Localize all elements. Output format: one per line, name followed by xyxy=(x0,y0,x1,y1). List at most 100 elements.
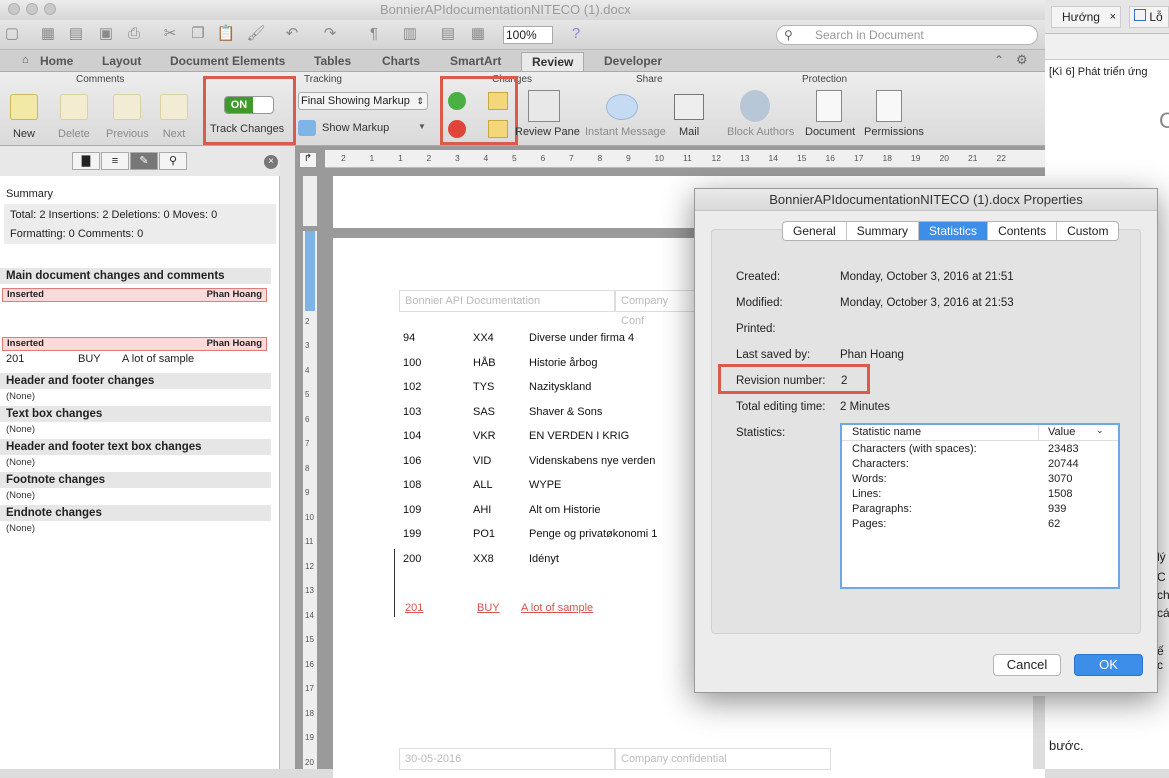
review-pane-button[interactable]: Review Pane xyxy=(515,126,580,138)
cut-icon[interactable]: ✂ xyxy=(160,24,180,44)
permissions-button[interactable]: Permissions xyxy=(864,126,924,138)
close-tab-icon[interactable]: × xyxy=(1110,7,1116,27)
minimize-window-button[interactable] xyxy=(26,3,38,15)
statistic-value: 1508 xyxy=(1048,488,1073,500)
browser-text-4: cá xyxy=(1157,606,1169,620)
tab-general[interactable]: General xyxy=(783,222,847,240)
modified-label: Modified: xyxy=(736,297,783,309)
next-change-icon[interactable] xyxy=(488,120,508,138)
inserted-change-2[interactable]: Inserted Phan Hoang xyxy=(2,337,267,351)
delete-comment-button[interactable]: Delete xyxy=(58,94,90,140)
instant-message-button[interactable]: Instant Message xyxy=(585,126,666,138)
doc-row-c2: SAS xyxy=(473,405,496,418)
cancel-button[interactable]: Cancel xyxy=(993,654,1061,676)
paste-icon[interactable]: 📋 xyxy=(216,24,236,44)
statistics-table[interactable]: Statistic name Value ⌄ Characters (with … xyxy=(840,423,1120,589)
tab-home[interactable]: Home xyxy=(30,52,83,71)
tab-contents[interactable]: Contents xyxy=(988,222,1058,240)
redo-icon[interactable]: ↷ xyxy=(320,24,340,44)
page-footer-right: Company confidential xyxy=(615,748,831,770)
pane-splitter[interactable] xyxy=(280,146,295,769)
view-layout-icon[interactable]: ▥ xyxy=(400,24,420,44)
search-icon: ⚲ xyxy=(784,28,793,42)
help-icon[interactable]: ? xyxy=(566,24,586,44)
ruler-tick-label: 22 xyxy=(996,153,1006,163)
tab-stop-icon[interactable]: ↱ xyxy=(299,152,317,168)
document-map-icon[interactable]: ▇ xyxy=(72,152,100,170)
previous-change-icon[interactable] xyxy=(488,92,508,110)
collapse-ribbon-icon[interactable]: ⌃ xyxy=(994,53,1004,67)
ok-button[interactable]: OK xyxy=(1074,654,1143,676)
print-icon[interactable]: ⎙ xyxy=(124,24,144,44)
tab-charts[interactable]: Charts xyxy=(372,52,430,71)
gear-icon[interactable]: ⚙ xyxy=(1016,52,1028,68)
format-painter-icon[interactable]: 🖌 xyxy=(246,24,266,44)
vertical-ruler[interactable]: 211234567891011121314151617181920 xyxy=(303,231,317,769)
chevron-down-icon: ▼ xyxy=(418,122,426,131)
zoom-window-button[interactable] xyxy=(44,3,56,15)
document-protection-button[interactable]: Document xyxy=(805,126,855,138)
total-editing-time-value: 2 Minutes xyxy=(840,401,890,413)
vruler-tick-label: 3 xyxy=(305,341,310,350)
horizontal-ruler[interactable]: 2 1 1 2 3 4 5 6 7 8 9 10 11 12 13 14 15 16 17 18 19 20 21 22 xyxy=(325,150,1045,168)
accept-change-icon[interactable] xyxy=(448,92,466,110)
new-document-icon[interactable]: ▢ xyxy=(2,24,22,44)
bookmarks-bar xyxy=(1045,34,1169,60)
paragraph-marks-icon[interactable]: ¶ xyxy=(364,24,384,44)
search-icon[interactable]: ⚲ xyxy=(159,152,187,170)
summary-box: Total: 2 Insertions: 2 Deletions: 0 Move… xyxy=(4,204,276,244)
templates-icon[interactable]: ▦ xyxy=(38,24,58,44)
ruler-tick-label: 9 xyxy=(626,153,631,163)
vruler-tick-label: 5 xyxy=(305,390,310,399)
sidebar-toolbar: ▇ ≡ ✎ ⚲ × xyxy=(0,146,280,176)
new-comment-button[interactable]: New xyxy=(10,94,38,140)
block-authors-button[interactable]: Block Authors xyxy=(727,126,794,138)
browser-tab-1[interactable]: Hướng × xyxy=(1051,6,1121,28)
comments-group-label: Comments xyxy=(76,74,125,85)
show-markup-button[interactable]: Show Markup xyxy=(322,122,389,134)
search-input[interactable]: Search in Document xyxy=(776,25,1038,45)
tab-smartart[interactable]: SmartArt xyxy=(440,52,511,71)
summary-line-2: Formatting: 0 Comments: 0 xyxy=(10,228,144,240)
statistic-name-header[interactable]: Statistic name xyxy=(852,426,921,438)
tab-review[interactable]: Review xyxy=(521,52,585,71)
open-icon[interactable]: ▤ xyxy=(66,24,86,44)
tab-developer[interactable]: Developer xyxy=(594,52,672,71)
mail-button[interactable]: Mail xyxy=(679,126,699,138)
doc-row-c3: EN VERDEN I KRIG xyxy=(529,430,630,442)
browser-tab-2[interactable]: Lỗ xyxy=(1129,6,1169,28)
inserted-label: Inserted xyxy=(7,289,44,300)
list-view-icon[interactable]: ≡ xyxy=(101,152,129,170)
total-editing-time-label: Total editing time: xyxy=(736,401,826,413)
previous-comment-button[interactable]: Previous xyxy=(106,94,149,140)
vertical-scrollbar[interactable] xyxy=(1033,696,1045,769)
window-title: BonnierAPIdocumentationNITECO (1).docx xyxy=(380,2,631,17)
tab-layout[interactable]: Layout xyxy=(92,52,151,71)
media-browser-icon[interactable]: ▦ xyxy=(468,24,488,44)
tab-statistics[interactable]: Statistics xyxy=(919,222,989,240)
ruler-tick-label: 18 xyxy=(882,153,892,163)
undo-icon[interactable]: ↶ xyxy=(282,24,302,44)
tab-summary[interactable]: Summary xyxy=(847,222,920,240)
tab-custom[interactable]: Custom xyxy=(1057,222,1118,240)
copy-icon[interactable]: ❐ xyxy=(188,24,208,44)
doc-row-c1: 200 xyxy=(403,552,422,565)
inserted-change-1[interactable]: Inserted Phan Hoang xyxy=(2,288,267,302)
reviewing-pane-icon[interactable]: ✎ xyxy=(130,152,158,170)
next-comment-button[interactable]: Next xyxy=(160,94,188,140)
reject-change-icon[interactable] xyxy=(448,120,466,138)
tab-tables[interactable]: Tables xyxy=(304,52,361,71)
tab-document-elements[interactable]: Document Elements xyxy=(160,52,295,71)
zoom-select[interactable]: 100% xyxy=(503,26,553,44)
close-window-button[interactable] xyxy=(8,3,20,15)
markup-select[interactable]: Final Showing Markup ⇕ xyxy=(298,92,428,110)
value-header[interactable]: Value xyxy=(1048,426,1075,438)
doc-row-c2: ALL xyxy=(473,479,493,491)
delete-comment-icon xyxy=(59,94,88,120)
save-icon[interactable]: ▣ xyxy=(96,24,116,44)
track-changes-toggle[interactable]: ON xyxy=(224,96,274,114)
ruler-tick-label: 11 xyxy=(683,153,692,163)
close-icon[interactable]: × xyxy=(264,155,278,169)
previous-comment-label: Previous xyxy=(106,128,149,140)
sidebar-toggle-icon[interactable]: ▤ xyxy=(438,24,458,44)
